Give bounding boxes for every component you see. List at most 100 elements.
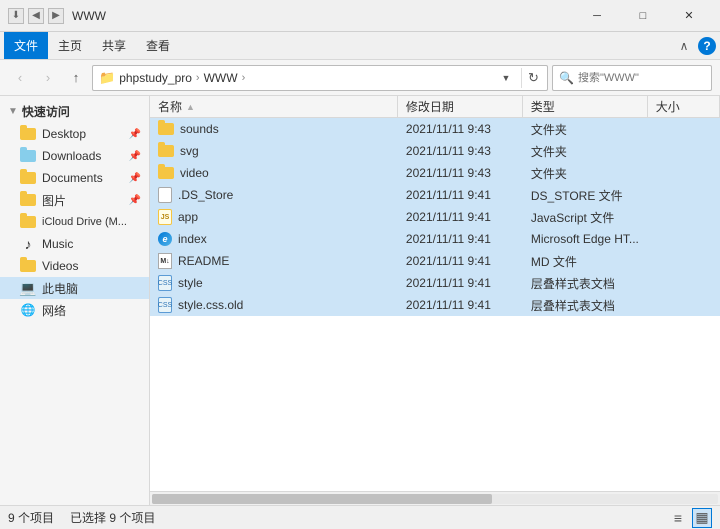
search-input[interactable] [578,72,720,84]
sidebar-item-documents[interactable]: Documents 📌 [0,167,149,189]
file-cell-type: MD 文件 [523,250,648,272]
col-header-size[interactable]: 大小 [648,96,720,117]
sidebar-thispc-label: 此电脑 [42,280,78,297]
menu-bar-right: ∧ ? [674,32,716,59]
horizontal-scrollbar[interactable] [150,491,720,505]
address-part-1: phpstudy_pro [119,71,192,85]
address-bar[interactable]: 📁 phpstudy_pro › WWW › ▼ ↻ [92,65,548,91]
sidebar-videos-label: Videos [42,259,78,273]
folder-nav-icon: 📁 [99,70,115,86]
close-button[interactable]: ✕ [666,0,712,32]
maximize-button[interactable]: □ [620,0,666,32]
pictures-pin-icon: 📌 [129,195,141,206]
address-dropdown-button[interactable]: ▼ [497,69,515,87]
documents-folder-icon [20,170,36,186]
file-cell-size [648,118,720,140]
folder-icon [158,123,174,135]
address-refresh-button[interactable]: ↻ [521,68,541,88]
quick-access-header[interactable]: ▼ 快速访问 [0,100,149,123]
h-scrollbar-thumb [152,494,492,504]
address-sep-2: › [242,72,246,84]
table-row[interactable]: video 2021/11/11 9:43 文件夹 [150,162,720,184]
md-file-icon: M↓ [158,253,172,269]
sidebar-music-label: Music [42,237,73,251]
address-part-2: WWW [204,71,238,85]
file-cell-date: 2021/11/11 9:41 [398,184,523,206]
nav-up-button[interactable]: ↑ [64,66,88,90]
folder-icon [158,145,174,157]
menu-share[interactable]: 共享 [92,32,136,59]
col-header-name[interactable]: 名称 ▲ [150,96,398,117]
quick-access-icon[interactable]: ⬇ [8,8,24,24]
help-icon[interactable]: ? [698,37,716,55]
search-icon: 🔍 [559,71,574,85]
sidebar-item-downloads[interactable]: Downloads 📌 [0,145,149,167]
downloads-pin-icon: 📌 [129,151,141,162]
generic-file-icon [158,187,172,203]
file-cell-date: 2021/11/11 9:43 [398,162,523,184]
table-row[interactable]: .DS_Store 2021/11/11 9:41 DS_STORE 文件 [150,184,720,206]
table-row[interactable]: CSS style.css.old 2021/11/11 9:41 层叠样式表文… [150,294,720,316]
edge-file-icon: e [158,232,172,246]
table-row[interactable]: JS app 2021/11/11 9:41 JavaScript 文件 [150,206,720,228]
menu-view[interactable]: 查看 [136,32,180,59]
file-cell-name: e index [150,228,398,250]
sort-indicator: ▲ [186,102,195,112]
desktop-pin-icon: 📌 [129,129,141,140]
sidebar-pictures-label: 图片 [42,192,66,209]
sidebar-downloads-label: Downloads [42,149,101,163]
file-cell-size [648,206,720,228]
menu-home[interactable]: 主页 [48,32,92,59]
file-cell-name: CSS style [150,272,398,294]
window-controls: ─ □ ✕ [574,0,712,32]
file-list-body[interactable]: sounds 2021/11/11 9:43 文件夹 svg 2021/11/1… [150,118,720,491]
table-row[interactable]: svg 2021/11/11 9:43 文件夹 [150,140,720,162]
file-cell-name: JS app [150,206,398,228]
file-cell-type: 层叠样式表文档 [523,272,648,294]
forward-icon[interactable]: ▶ [48,8,64,24]
file-cell-type: 文件夹 [523,118,648,140]
col-header-date[interactable]: 修改日期 [398,96,523,117]
icloud-folder-icon [20,214,36,230]
network-icon: 🌐 [20,302,36,318]
search-bar[interactable]: 🔍 [552,65,712,91]
sidebar-item-music[interactable]: ♪ Music [0,233,149,255]
details-view-toggle[interactable]: ≡ [668,508,688,528]
file-area: 名称 ▲ 修改日期 类型 大小 sounds 2021/11 [150,96,720,505]
menu-file[interactable]: 文件 [4,32,48,59]
back-icon[interactable]: ◀ [28,8,44,24]
thispc-icon: 💻 [20,280,36,296]
table-row[interactable]: e index 2021/11/11 9:41 Microsoft Edge H… [150,228,720,250]
file-list-header: 名称 ▲ 修改日期 类型 大小 [150,96,720,118]
file-cell-type: JavaScript 文件 [523,206,648,228]
file-cell-type: DS_STORE 文件 [523,184,648,206]
table-row[interactable]: sounds 2021/11/11 9:43 文件夹 [150,118,720,140]
col-header-type[interactable]: 类型 [523,96,648,117]
table-row[interactable]: M↓ README 2021/11/11 9:41 MD 文件 [150,250,720,272]
nav-forward-button[interactable]: › [36,66,60,90]
main-area: ▼ 快速访问 Desktop 📌 Downloads 📌 Documents [0,96,720,505]
sidebar-item-videos[interactable]: Videos [0,255,149,277]
file-cell-size [648,162,720,184]
sidebar-item-network[interactable]: 🌐 网络 [0,299,149,321]
collapse-ribbon-icon[interactable]: ∧ [674,36,694,56]
videos-folder-icon [20,258,36,274]
file-cell-date: 2021/11/11 9:43 [398,140,523,162]
sidebar-item-desktop[interactable]: Desktop 📌 [0,123,149,145]
file-cell-name: sounds [150,118,398,140]
sidebar-item-pictures[interactable]: 图片 📌 [0,189,149,211]
file-cell-type: 文件夹 [523,140,648,162]
sidebar-item-thispc[interactable]: 💻 此电脑 [0,277,149,299]
minimize-button[interactable]: ─ [574,0,620,32]
js-file-icon: JS [158,209,172,225]
nav-back-button[interactable]: ‹ [8,66,32,90]
file-cell-name: M↓ README [150,250,398,272]
css-file-icon: CSS [158,275,172,291]
file-cell-type: Microsoft Edge HT... [523,228,648,250]
sidebar: ▼ 快速访问 Desktop 📌 Downloads 📌 Documents [0,96,150,505]
sidebar-item-icloud[interactable]: iCloud Drive (M... [0,211,149,233]
list-view-toggle[interactable]: ▦ [692,508,712,528]
table-row[interactable]: CSS style 2021/11/11 9:41 层叠样式表文档 [150,272,720,294]
sidebar-network-label: 网络 [42,302,66,319]
file-cell-name: svg [150,140,398,162]
